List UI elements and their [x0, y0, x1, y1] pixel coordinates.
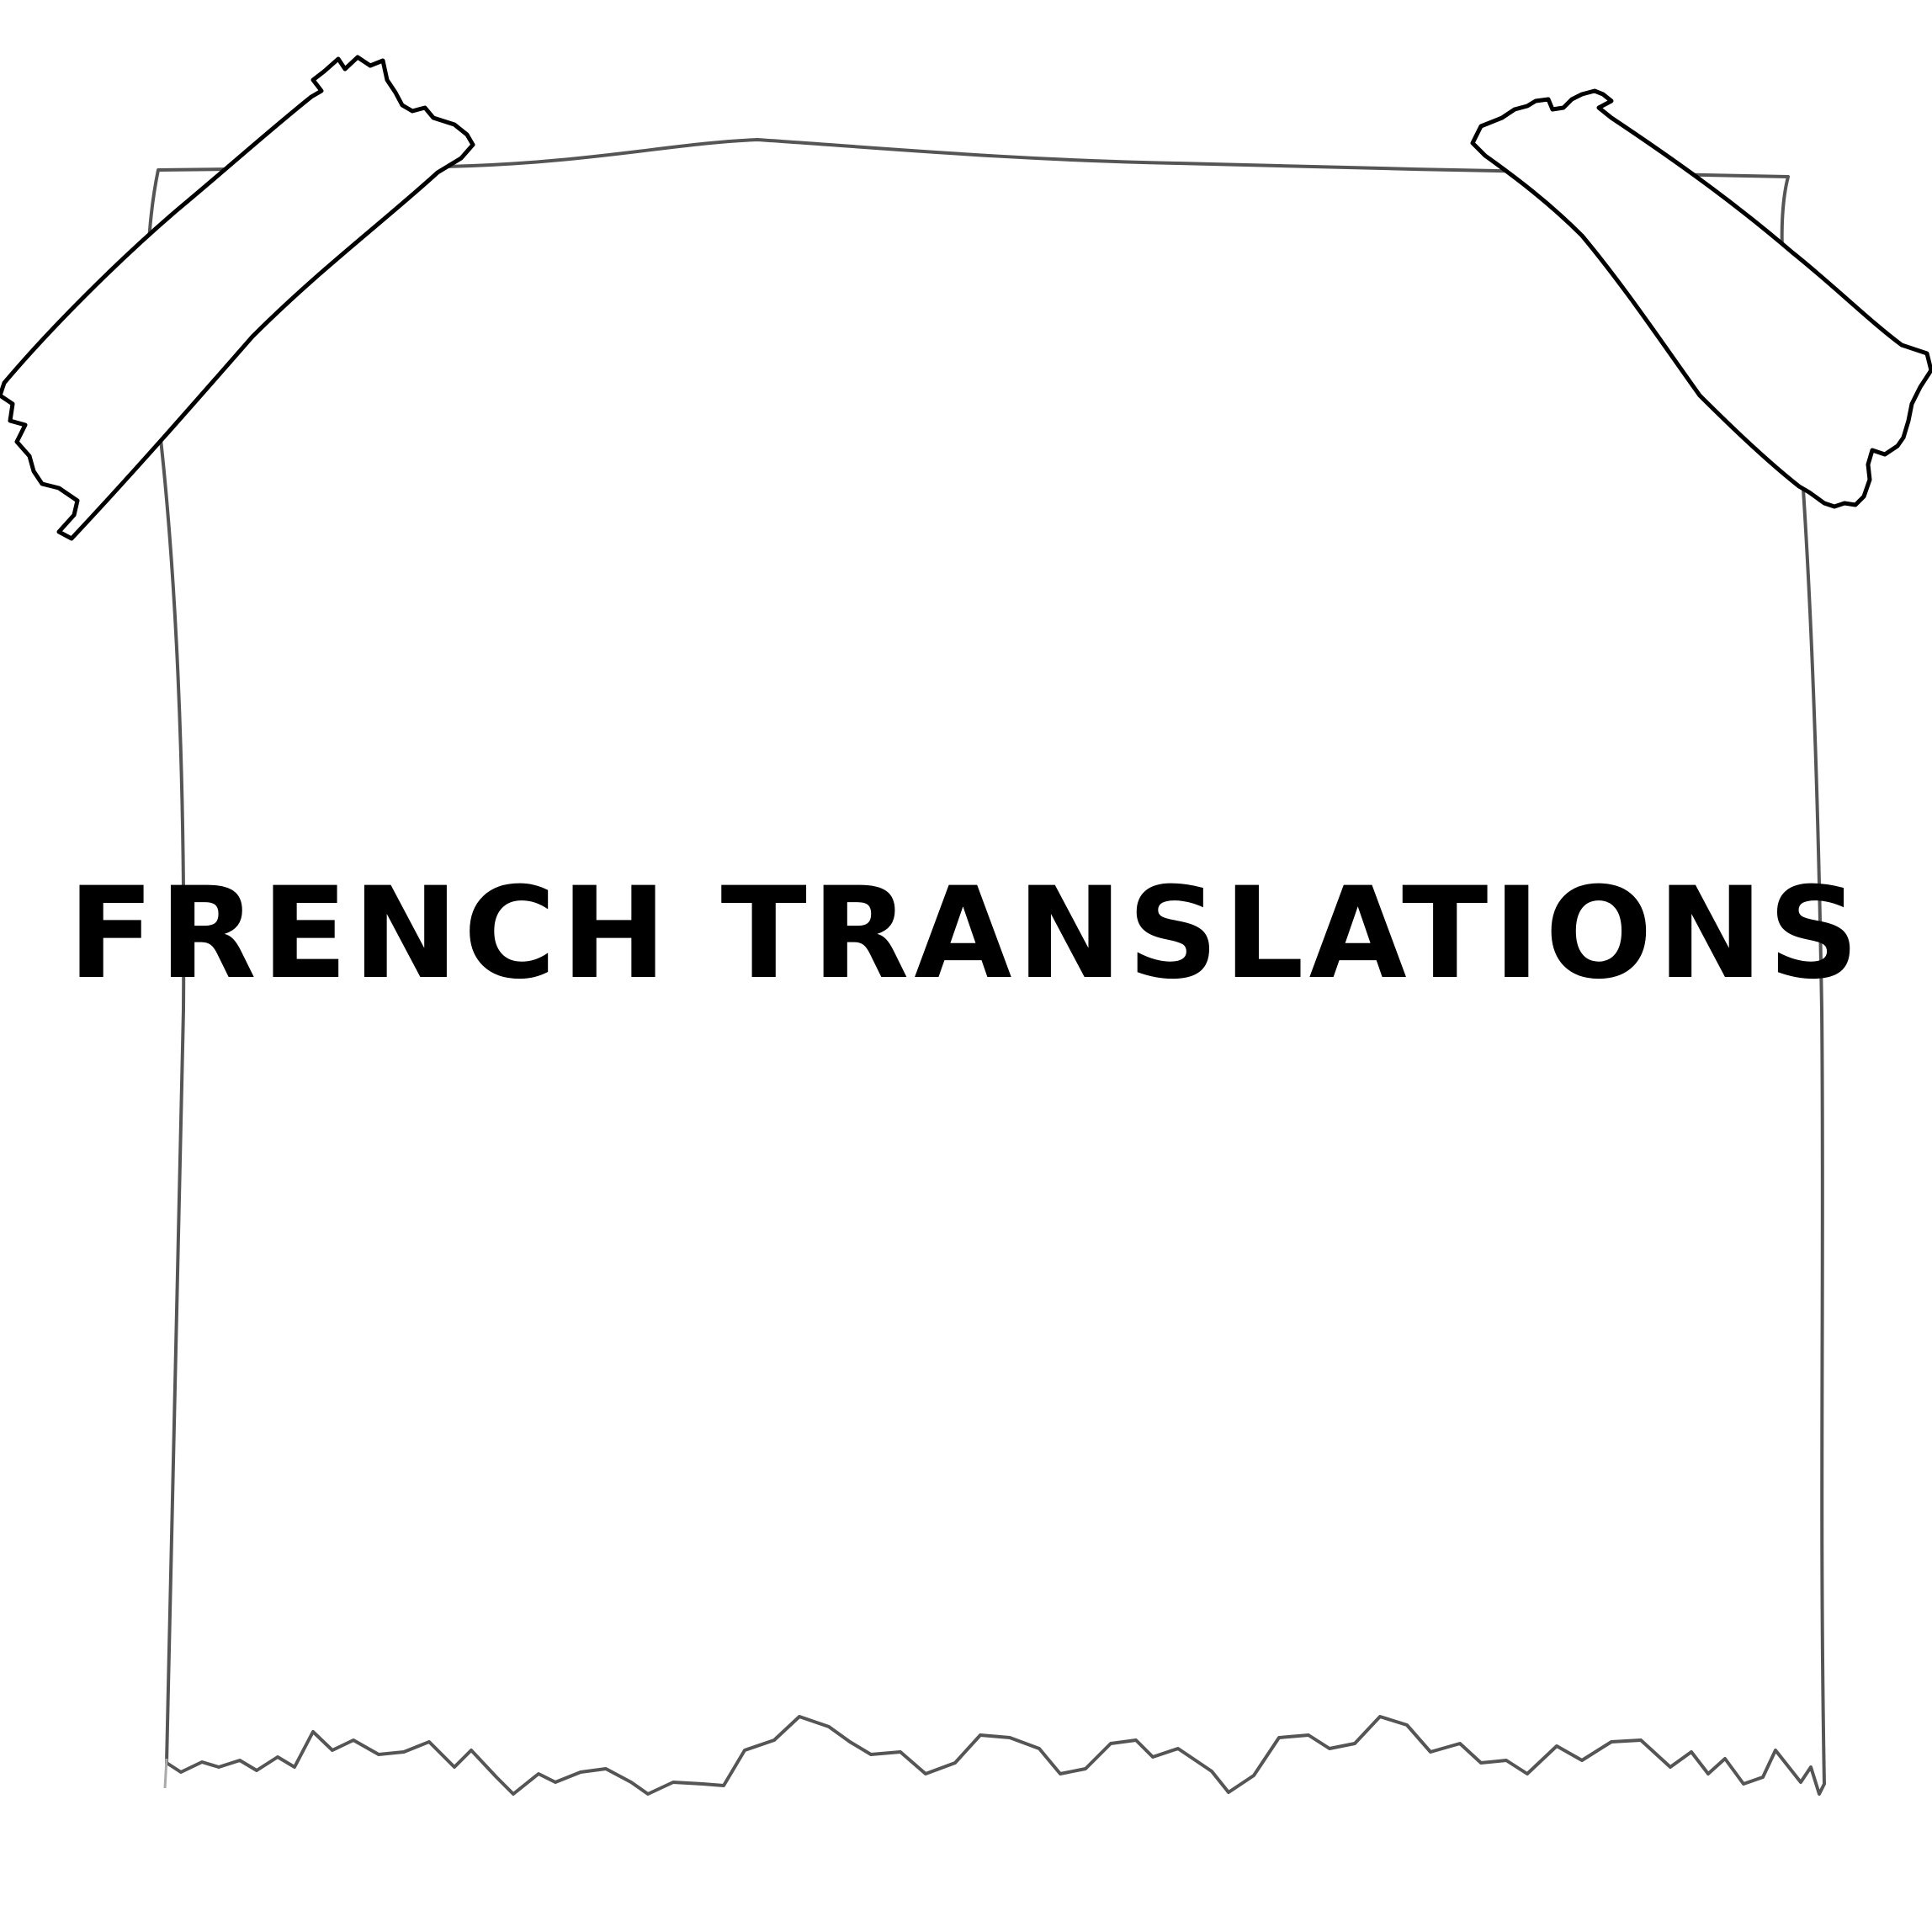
paper-back-edge [163, 1758, 168, 1789]
note-canvas: FRENCH TRANSLATIONS [0, 0, 1932, 1932]
note-title: FRENCH TRANSLATIONS [67, 861, 1865, 1007]
